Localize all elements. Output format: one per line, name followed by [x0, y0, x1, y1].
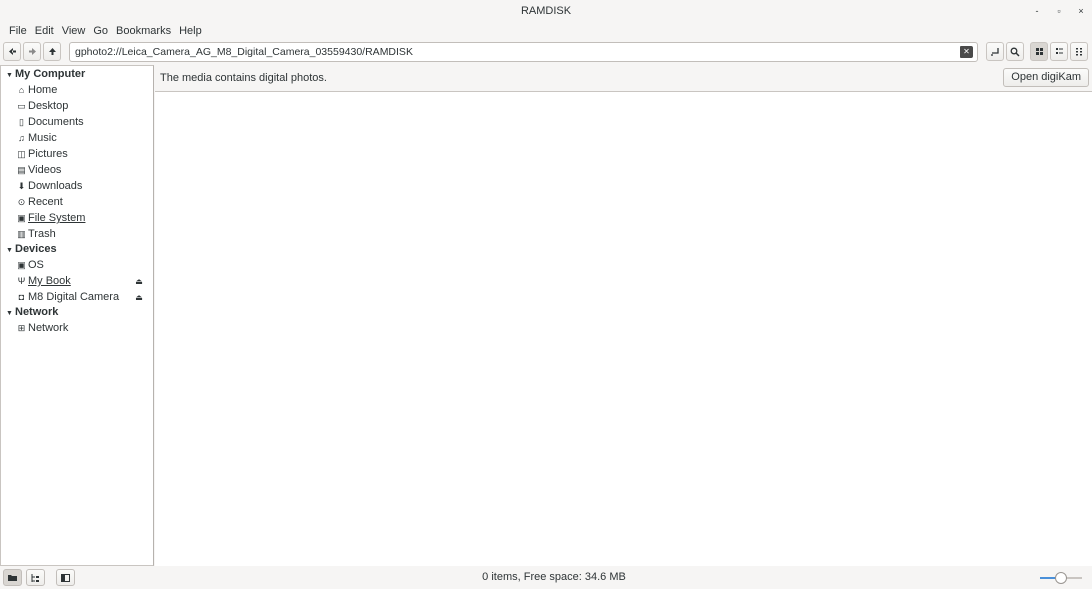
- back-button[interactable]: [3, 42, 21, 61]
- eject-icon[interactable]: ⏏: [134, 277, 144, 287]
- sidebar-item-label: OS: [28, 259, 44, 271]
- sidebar-item-downloads[interactable]: ⬇ Downloads: [16, 178, 83, 194]
- window-titlebar: RAMDISK - ▫ ×: [0, 0, 1092, 22]
- file-view[interactable]: The media contains digital photos. Open …: [155, 65, 1092, 566]
- sidebar-item-label: Recent: [28, 196, 63, 208]
- sidebar-item-os[interactable]: ▣ OS: [16, 257, 44, 273]
- section-network[interactable]: ▼ Network: [1, 304, 58, 320]
- sidebar-item-music[interactable]: ♫ Music: [16, 130, 57, 146]
- minimize-button[interactable]: -: [1032, 6, 1042, 16]
- list-view-button[interactable]: [1050, 42, 1068, 61]
- places-sidebar: ▼ My Computer ⌂ Home ▭ Desktop ▯ Documents ♫…: [0, 65, 154, 566]
- list-view-icon: [1055, 48, 1063, 54]
- sidebar-item-videos[interactable]: ▤ Videos: [16, 162, 61, 178]
- arrow-right-icon: [28, 48, 36, 55]
- videos-icon: ▤: [17, 165, 26, 175]
- toggle-location-button[interactable]: [986, 42, 1004, 61]
- zoom-slider-handle[interactable]: [1055, 572, 1067, 584]
- menu-view[interactable]: View: [58, 22, 90, 40]
- sidebar-item-label: Pictures: [28, 148, 68, 160]
- home-icon: ⌂: [18, 85, 25, 95]
- grid-view-icon: [1035, 48, 1043, 55]
- status-text: 0 items, Free space: 34.6 MB: [482, 571, 626, 583]
- section-my-computer[interactable]: ▼ My Computer: [1, 66, 85, 82]
- sidebar-item-label: Downloads: [28, 180, 83, 192]
- location-bar[interactable]: gphoto2://Leica_Camera_AG_M8_Digital_Cam…: [69, 42, 978, 62]
- music-icon: ♫: [18, 133, 25, 143]
- sidebar-item-label: M8 Digital Camera: [28, 291, 120, 303]
- pathbar-toggle-icon: [991, 48, 999, 56]
- eject-icon[interactable]: ⏏: [134, 293, 144, 303]
- sidebar-item-file-system[interactable]: ▣ File System: [16, 210, 85, 226]
- section-label: Devices: [15, 243, 57, 255]
- arrow-up-icon: [48, 48, 56, 55]
- statusbar: 0 items, Free space: 34.6 MB: [0, 566, 1092, 589]
- sidebar-item-trash[interactable]: ▥ Trash: [16, 226, 56, 242]
- camera-icon: ◘: [18, 292, 25, 302]
- media-infobar: The media contains digital photos. Open …: [155, 65, 1092, 92]
- pictures-icon: ◫: [17, 149, 26, 159]
- menu-go[interactable]: Go: [89, 22, 112, 40]
- menu-file[interactable]: File: [5, 22, 31, 40]
- window-title: RAMDISK: [520, 5, 572, 17]
- window-controls: - ▫ ×: [1032, 0, 1086, 22]
- expander-icon: ▼: [6, 247, 13, 254]
- expander-icon: ▼: [6, 72, 13, 79]
- forward-button[interactable]: [23, 42, 41, 61]
- infobar-message: The media contains digital photos.: [160, 72, 327, 84]
- section-label: Network: [15, 306, 59, 318]
- menubar: File Edit View Go Bookmarks Help: [0, 22, 206, 40]
- drive-icon: ▣: [17, 213, 26, 223]
- sidebar-item-label: Music: [28, 132, 57, 144]
- sidebar-item-network[interactable]: ⊞ Network: [16, 320, 69, 336]
- sidebar-item-m8-digital-camera[interactable]: ◘ M8 Digital Camera: [16, 289, 119, 305]
- maximize-button[interactable]: ▫: [1054, 6, 1064, 16]
- sidebar-item-recent[interactable]: ⊙ Recent: [16, 194, 63, 210]
- sidebar-item-home[interactable]: ⌂ Home: [16, 82, 58, 98]
- sidebar-item-label: Network: [28, 322, 69, 334]
- sidebar-item-pictures[interactable]: ◫ Pictures: [16, 146, 68, 162]
- sidebar-item-documents[interactable]: ▯ Documents: [16, 114, 84, 130]
- compact-view-button[interactable]: [1070, 42, 1088, 61]
- close-button[interactable]: ×: [1076, 6, 1086, 16]
- open-digikam-button[interactable]: Open digiKam: [1003, 68, 1089, 87]
- search-icon: [1010, 47, 1020, 57]
- desktop-icon: ▭: [17, 101, 26, 111]
- recent-icon: ⊙: [17, 197, 26, 207]
- usb-icon: Ψ: [17, 276, 26, 286]
- downloads-icon: ⬇: [17, 181, 26, 191]
- location-path: gphoto2://Leica_Camera_AG_M8_Digital_Cam…: [75, 46, 413, 58]
- clear-location-icon[interactable]: ✕: [960, 46, 973, 58]
- sidebar-item-desktop[interactable]: ▭ Desktop: [16, 98, 68, 114]
- sidebar-item-label: Documents: [28, 116, 84, 128]
- toolbar: gphoto2://Leica_Camera_AG_M8_Digital_Cam…: [0, 41, 1092, 63]
- menu-edit[interactable]: Edit: [31, 22, 58, 40]
- sidebar-item-label: Trash: [28, 228, 56, 240]
- arrow-left-icon: [8, 48, 16, 55]
- sidebar-item-label: Home: [28, 84, 58, 96]
- section-label: My Computer: [15, 68, 86, 80]
- zoom-slider[interactable]: [1040, 572, 1082, 584]
- trash-icon: ▥: [17, 229, 26, 239]
- drive-icon: ▣: [17, 260, 26, 270]
- documents-icon: ▯: [19, 117, 24, 127]
- up-button[interactable]: [43, 42, 61, 61]
- sidebar-item-label: My Book: [28, 275, 71, 287]
- search-button[interactable]: [1006, 42, 1024, 61]
- menu-help[interactable]: Help: [175, 22, 206, 40]
- sidebar-item-label: Videos: [28, 164, 62, 176]
- menu-bookmarks[interactable]: Bookmarks: [112, 22, 175, 40]
- compact-view-icon: [1075, 48, 1082, 56]
- sidebar-item-label: File System: [28, 212, 86, 224]
- section-devices[interactable]: ▼ Devices: [1, 241, 57, 257]
- network-icon: ⊞: [17, 323, 26, 333]
- sidebar-item-label: Desktop: [28, 100, 69, 112]
- icon-view-button[interactable]: [1030, 42, 1048, 61]
- sidebar-item-my-book[interactable]: Ψ My Book: [16, 273, 71, 289]
- expander-icon: ▼: [6, 310, 13, 317]
